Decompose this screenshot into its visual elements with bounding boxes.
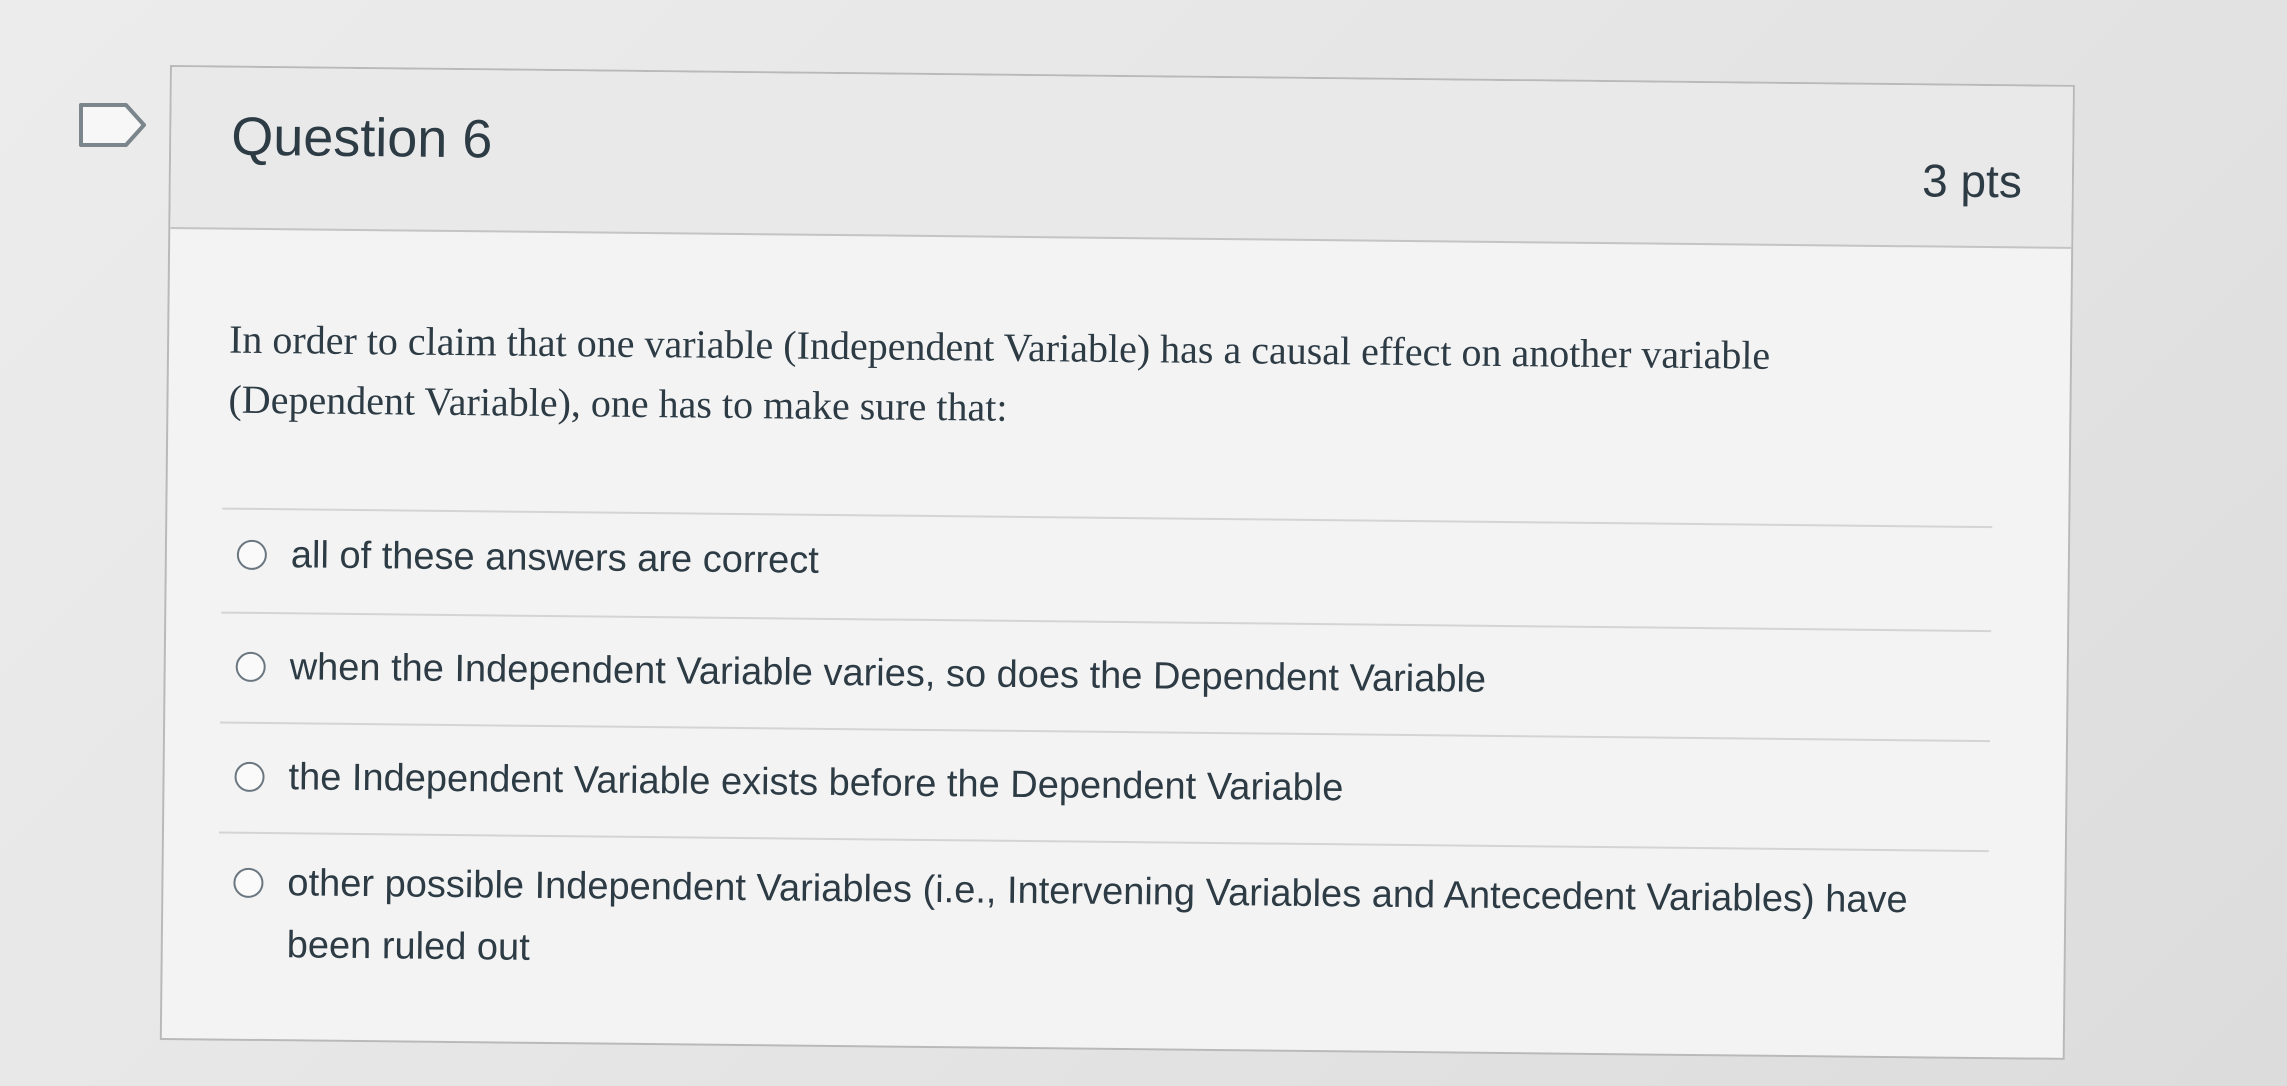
- answer-option-3[interactable]: the Independent Variable exists before t…: [234, 752, 1934, 826]
- answer-label[interactable]: other possible Independent Variables (i.…: [286, 852, 1933, 993]
- answer-divider: [220, 721, 1991, 743]
- radio-button[interactable]: [233, 867, 264, 899]
- question-title: Question 6: [230, 106, 493, 170]
- question-header: Question 6 3 pts: [170, 67, 2073, 249]
- question-card: Question 6 3 pts In order to claim that …: [159, 65, 2075, 1060]
- answer-label[interactable]: all of these answers are correct: [291, 524, 820, 592]
- radio-button[interactable]: [234, 761, 265, 793]
- answer-option-4[interactable]: other possible Independent Variables (i.…: [232, 858, 1933, 994]
- answer-label[interactable]: when the Independent Variable varies, so…: [289, 636, 1486, 711]
- question-points: 3 pts: [1921, 154, 2023, 208]
- answer-divider: [221, 611, 1992, 633]
- question-prompt: In order to claim that one variable (Ind…: [228, 316, 1771, 430]
- radio-button[interactable]: [235, 651, 266, 683]
- flag-icon[interactable]: [78, 102, 148, 148]
- answer-label[interactable]: the Independent Variable exists before t…: [288, 746, 1343, 819]
- answer-divider: [218, 831, 1989, 853]
- answer-divider: [222, 507, 1993, 529]
- radio-button[interactable]: [236, 539, 268, 571]
- answer-option-2[interactable]: when the Independent Variable varies, so…: [235, 642, 1935, 716]
- answer-option-1[interactable]: all of these answers are correct: [236, 530, 1937, 604]
